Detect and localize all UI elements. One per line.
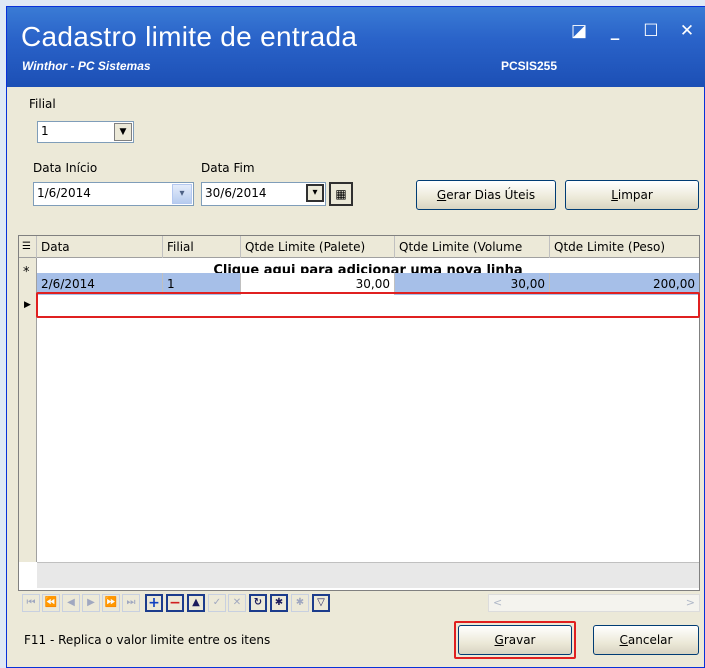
data-inicio-field[interactable]: 1/6/2014 ▾ (33, 182, 194, 206)
gravar-highlight (454, 621, 576, 659)
cancelar-label: ancelar (627, 633, 673, 647)
limpar-button[interactable]: Limpar (565, 180, 699, 210)
cancelar-mnemonic: C (619, 633, 628, 647)
filial-label: Filial (29, 97, 56, 111)
close-icon[interactable]: ✕ (678, 21, 696, 41)
filter-icon[interactable]: ▽ (312, 594, 330, 612)
next-page-icon[interactable]: ⏩ (102, 594, 120, 612)
column-header-peso[interactable]: Qtde Limite (Peso) (550, 236, 699, 258)
row-highlight (36, 292, 700, 318)
data-fim-field[interactable]: 30/6/2014 ▾ (201, 182, 326, 206)
grid-summary-row (37, 562, 699, 588)
main-window: Cadastro limite de entrada Winthor - PC … (6, 6, 705, 668)
grid-navigator: ⏮ ⏪ ◀ ▶ ⏩ ⏭ + − ▲ ✓ ✕ ↻ ✱ ✱ ▽ < > (18, 591, 700, 615)
gerar-label: erar Dias Úteis (446, 188, 536, 202)
column-header-data[interactable]: Data (37, 236, 163, 258)
bookmark-icon[interactable]: ✱ (270, 594, 288, 612)
column-header-volume[interactable]: Qtde Limite (Volume (395, 236, 550, 258)
goto-bookmark-icon[interactable]: ✱ (291, 594, 309, 612)
gerar-dias-uteis-button[interactable]: Gerar Dias Úteis (416, 180, 556, 210)
form-body: Filial 1 ▼ Data Início Data Fim 1/6/2014… (18, 87, 700, 663)
window-title: Cadastro limite de entrada (21, 21, 358, 52)
first-record-icon[interactable]: ⏮ (22, 594, 40, 612)
limpar-label: impar (617, 188, 653, 202)
post-icon[interactable]: ✓ (208, 594, 226, 612)
data-fim-label: Data Fim (201, 161, 255, 175)
gerar-mnemonic: G (436, 188, 447, 202)
scroll-right-icon[interactable]: > (686, 596, 695, 609)
calendar-icon[interactable]: ▦ (329, 182, 353, 206)
current-row-marker: ▶ (24, 300, 31, 310)
chevron-down-icon[interactable]: ▾ (172, 184, 192, 204)
filial-select[interactable]: 1 ▼ (37, 121, 134, 143)
limpar-mnemonic: L (611, 188, 618, 202)
column-header-filial[interactable]: Filial (163, 236, 241, 258)
window-subtitle: Winthor - PC Sistemas (22, 59, 151, 73)
program-code: PCSIS255 (501, 59, 558, 73)
edit-icon[interactable]: ▲ (187, 594, 205, 612)
column-header-palete[interactable]: Qtde Limite (Palete) (241, 236, 395, 258)
grid-header: ☰ Data Filial Qtde Limite (Palete) Qtde … (19, 236, 699, 258)
restore-icon[interactable]: ◪ (570, 21, 588, 41)
chevron-down-icon[interactable]: ▾ (306, 184, 324, 202)
data-grid[interactable]: ☰ Data Filial Qtde Limite (Palete) Qtde … (18, 235, 700, 591)
refresh-icon[interactable]: ↻ (249, 594, 267, 612)
title-bar[interactable]: Cadastro limite de entrada Winthor - PC … (7, 7, 705, 87)
chevron-down-icon[interactable]: ▼ (114, 123, 132, 141)
status-text: F11 - Replica o valor limite entre os it… (24, 633, 271, 647)
data-fim-value: 30/6/2014 (205, 186, 267, 200)
data-inicio-label: Data Início (33, 161, 98, 175)
next-record-icon[interactable]: ▶ (82, 594, 100, 612)
last-record-icon[interactable]: ⏭ (122, 594, 140, 612)
filial-value: 1 (41, 124, 49, 138)
prior-record-icon[interactable]: ◀ (62, 594, 80, 612)
data-inicio-value: 1/6/2014 (37, 186, 91, 200)
cancelar-button[interactable]: Cancelar (593, 625, 699, 655)
delete-icon[interactable]: − (166, 594, 184, 612)
new-row-marker: * (23, 265, 30, 280)
insert-icon[interactable]: + (145, 594, 163, 612)
cancel-edit-icon[interactable]: ✕ (228, 594, 246, 612)
prior-page-icon[interactable]: ⏪ (42, 594, 60, 612)
column-chooser-icon[interactable]: ☰ (19, 236, 37, 258)
row-indicator-column: * ▶ (19, 258, 37, 562)
maximize-icon[interactable]: ☐ (642, 21, 660, 41)
minimize-icon[interactable]: _ (606, 21, 624, 41)
window-controls: ◪ _ ☐ ✕ (570, 21, 696, 41)
horizontal-scrollbar[interactable]: < > (488, 594, 700, 612)
scroll-left-icon[interactable]: < (493, 596, 502, 609)
